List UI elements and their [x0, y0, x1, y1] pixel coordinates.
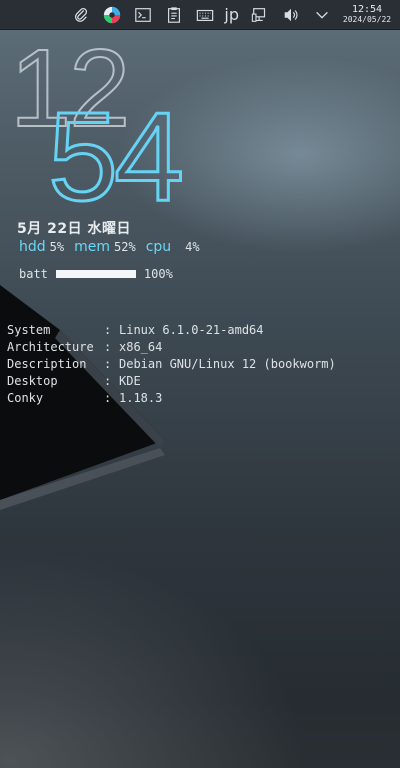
conky-minute: 54	[46, 86, 185, 227]
battery-percent: 100%	[143, 267, 173, 281]
paperclip-icon[interactable]	[71, 5, 91, 25]
terminal-icon[interactable]	[133, 5, 153, 25]
conky-date: 5月 22日 水曜日	[17, 221, 131, 237]
battery-bar-fill	[55, 270, 136, 278]
top-panel: jp 12:54 2024/05/22	[0, 0, 400, 30]
system-info-value: Debian GNU/Linux 12 (bookworm)	[119, 357, 336, 371]
system-info-separator: :	[104, 323, 112, 337]
system-info-separator: :	[104, 357, 112, 371]
battery-row: batt 100%	[19, 267, 173, 281]
panel-clock-date: 2024/05/22	[342, 15, 392, 24]
network-icon[interactable]	[250, 5, 270, 25]
system-info-row: Architecture: x86_64	[7, 339, 336, 356]
system-info-key: Desktop	[7, 374, 58, 388]
hdd-value: 5%	[49, 240, 65, 254]
app-launcher-icon[interactable]	[102, 5, 122, 25]
system-info-row: Description: Debian GNU/Linux 12 (bookwor…	[7, 356, 336, 373]
conky-stats: hdd 5% mem 52% cpu 4%	[19, 239, 206, 255]
mem-value: 52%	[114, 240, 136, 254]
cpu-label: cpu	[145, 239, 172, 255]
volume-icon[interactable]	[281, 5, 301, 25]
clipboard-icon[interactable]	[164, 5, 184, 25]
mem-label: mem	[74, 239, 110, 255]
cpu-value: 4%	[185, 240, 200, 254]
input-method-indicator[interactable]: jp	[224, 5, 239, 24]
system-info-key: Conky	[7, 391, 44, 405]
system-info-row: Desktop: KDE	[7, 373, 336, 390]
system-info-key: Description	[7, 357, 87, 371]
system-info-key: Architecture	[7, 340, 94, 354]
panel-clock[interactable]: 12:54 2024/05/22	[340, 5, 394, 24]
panel-clock-time: 12:54	[351, 4, 383, 15]
system-info-separator: :	[104, 374, 112, 388]
battery-bar	[55, 270, 136, 278]
system-info-value: Linux 6.1.0-21-amd64	[119, 323, 264, 337]
battery-label: batt	[19, 267, 48, 281]
chevron-down-icon[interactable]	[312, 5, 332, 25]
system-info-row: System: Linux 6.1.0-21-amd64	[7, 322, 336, 339]
system-info-separator: :	[104, 391, 112, 405]
system-info-value: x86_64	[119, 340, 163, 354]
system-info-key: System	[7, 323, 51, 337]
system-info-separator: :	[104, 340, 112, 354]
system-info-value: KDE	[119, 374, 141, 388]
hdd-label: hdd	[19, 239, 46, 255]
system-info-row: Conky:1.18.3	[7, 390, 336, 407]
system-info: System: Linux 6.1.0-21-amd64 Architecture:…	[7, 322, 336, 407]
keyboard-icon[interactable]	[195, 5, 215, 25]
system-info-value: 1.18.3	[119, 391, 163, 405]
